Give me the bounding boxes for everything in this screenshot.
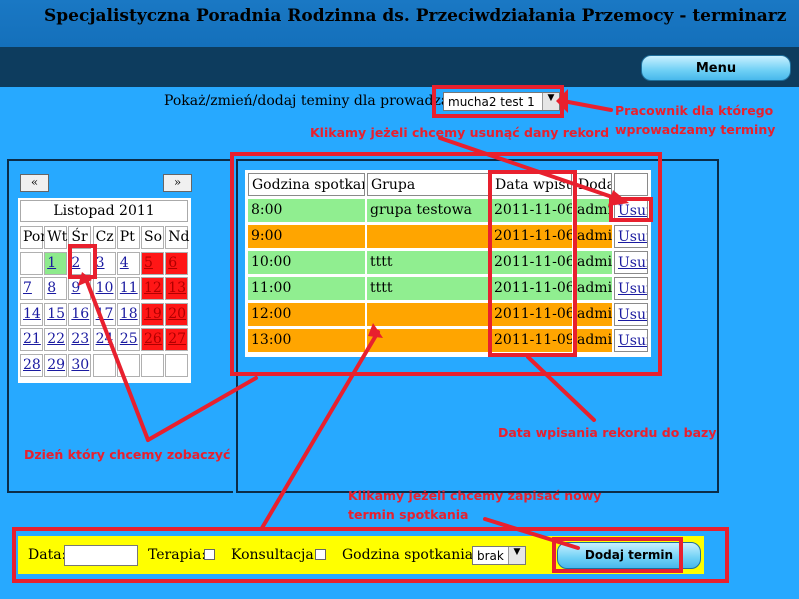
arrowhead-worker (556, 89, 568, 113)
arrow-entry-date (526, 355, 596, 422)
arrow-worker (561, 99, 613, 112)
arrow-delete (438, 136, 620, 201)
arrowhead-add-table (368, 323, 383, 338)
arrowhead-delete (608, 190, 629, 206)
arrow-add-button (483, 517, 580, 550)
annotation-arrows (78, 89, 629, 550)
arrow-day-table (146, 376, 258, 442)
arrow-add-table (260, 330, 380, 530)
arrow-day (84, 277, 150, 442)
